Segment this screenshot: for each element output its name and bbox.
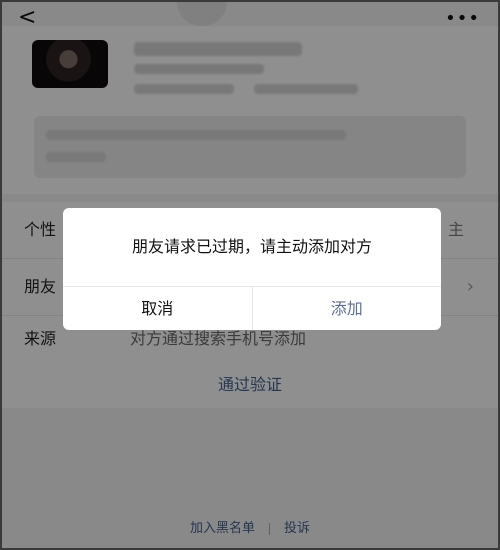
- add-button[interactable]: 添加: [253, 287, 442, 330]
- dialog-actions: 取消 添加: [63, 286, 441, 330]
- cancel-button[interactable]: 取消: [63, 287, 253, 330]
- phone-screen: < ••• 个性 主 朋友 › 来源 对方通过搜索手机号添加 通过验证 加入黑名…: [0, 0, 500, 550]
- expired-request-dialog: 朋友请求已过期，请主动添加对方 取消 添加: [63, 208, 441, 330]
- dialog-message: 朋友请求已过期，请主动添加对方: [131, 237, 372, 256]
